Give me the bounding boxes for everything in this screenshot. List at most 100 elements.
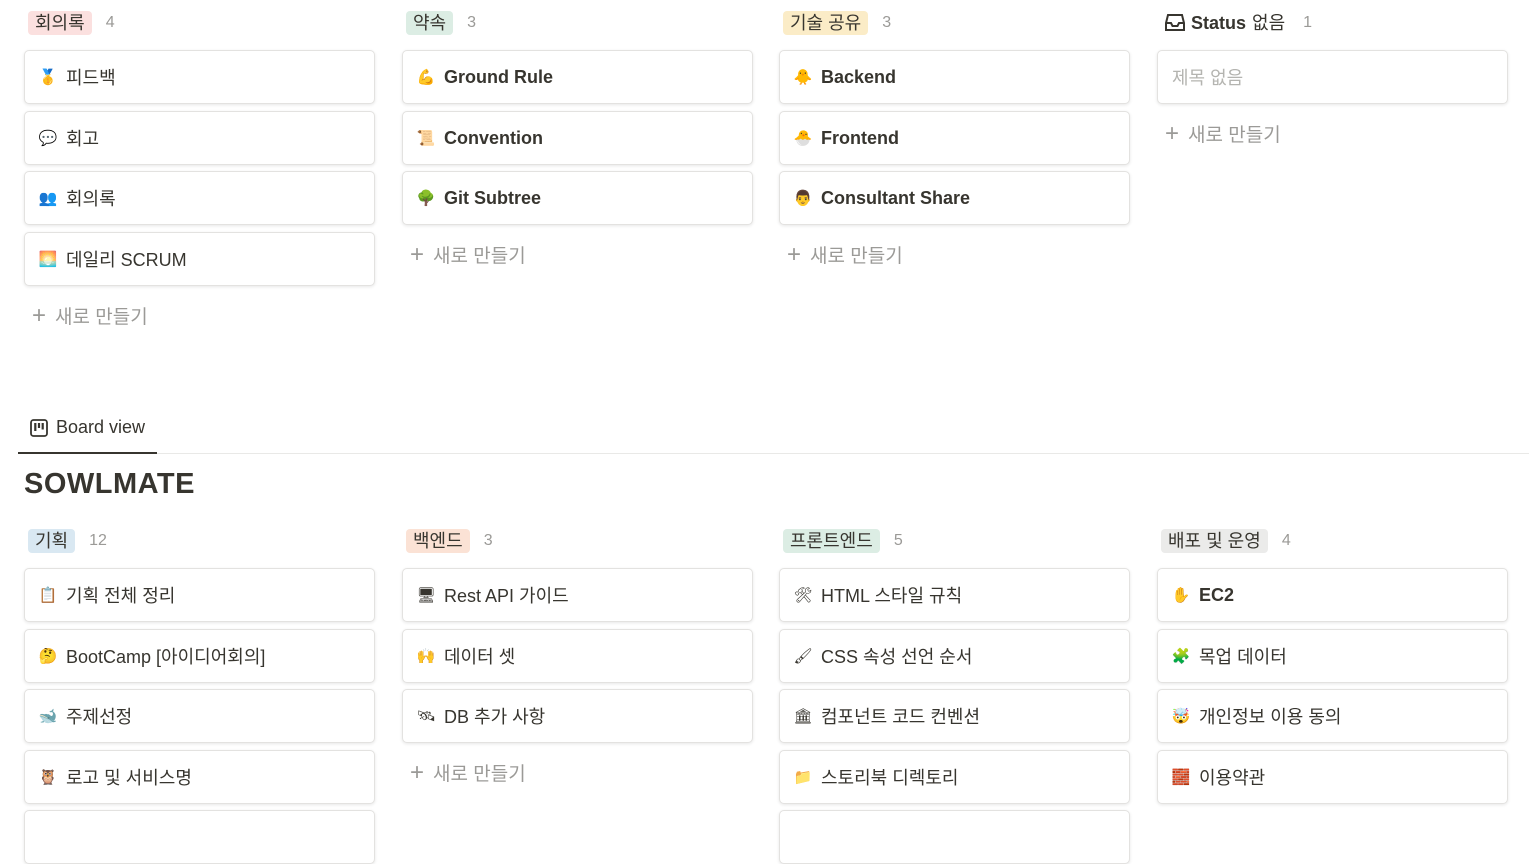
group-label: 기획 (28, 529, 76, 553)
board-card[interactable]: 📜 Convention (402, 111, 753, 165)
new-card-button[interactable]: + 새로 만들기 (32, 302, 148, 329)
thinking-face-icon: 🤔 (38, 648, 58, 665)
group-label: 회의록 (28, 11, 92, 35)
board-card[interactable]: 🛰 DB 추가 사항 (402, 689, 753, 743)
group-header[interactable]: 배포 및 운영 4 (1157, 526, 1510, 556)
board-card[interactable]: 🛠 HTML 스타일 규칙 (779, 568, 1130, 622)
tab-board-view[interactable]: Board view (18, 403, 158, 454)
group-header[interactable]: 약속 3 (402, 8, 755, 38)
plus-icon: + (787, 240, 802, 268)
new-card-label: 새로 만들기 (55, 307, 148, 328)
board-card[interactable]: 🤔 BootCamp [아이디어회의] (24, 629, 375, 683)
group-header[interactable]: 기술 공유 3 (779, 8, 1132, 38)
board-card[interactable] (24, 810, 375, 864)
board-icon (30, 418, 48, 437)
raised-hands-icon: 🙌 (416, 648, 436, 665)
board-card[interactable]: 💪 Ground Rule (402, 50, 753, 104)
speech-bubble-icon: 💬 (38, 130, 58, 147)
inbox-icon (1165, 14, 1185, 31)
board-card[interactable]: 🐣 Frontend (779, 111, 1130, 165)
card-title: HTML 스타일 규칙 (821, 586, 963, 606)
board-card[interactable]: 🌳 Git Subtree (402, 171, 753, 225)
board-card[interactable] (779, 810, 1130, 864)
board-card[interactable]: 🥇 피드백 (24, 50, 375, 104)
board-card[interactable]: 🧱 이용약관 (1157, 750, 1508, 804)
whale-icon: 🐋 (38, 708, 58, 725)
board-card[interactable]: 📁 스토리북 디렉토리 (779, 750, 1130, 804)
card-title: Rest API 가이드 (444, 586, 569, 606)
card-title: 컴포넌트 코드 컨벤션 (821, 707, 981, 727)
new-card-button[interactable]: + 새로 만들기 (410, 241, 526, 268)
group-label: 약속 (406, 11, 454, 35)
board-card[interactable]: 📋 기획 전체 정리 (24, 568, 375, 622)
sunrise-icon: 🌅 (38, 251, 58, 268)
group-count: 5 (893, 532, 903, 549)
board-card[interactable]: 🙌 데이터 셋 (402, 629, 753, 683)
new-card-button[interactable]: + 새로 만들기 (1165, 120, 1281, 147)
card-title: Consultant Share (821, 187, 971, 208)
scroll-icon: 📜 (416, 130, 436, 147)
satellite-icon: 🛰 (416, 708, 436, 725)
group-column: 회의록 4 🥇 피드백 💬 회고 👥 회의록 🌅 데일리 SCRUM + 새로 … (24, 8, 377, 328)
new-card-label: 새로 만들기 (433, 246, 526, 267)
board-card[interactable]: 🐋 주제선정 (24, 689, 375, 743)
card-title: DB 추가 사항 (444, 707, 546, 727)
board-card[interactable]: 🤯 개인정보 이용 동의 (1157, 689, 1508, 743)
group-header[interactable]: Status 없음 1 (1157, 8, 1510, 38)
card-title: Ground Rule (444, 66, 553, 87)
board-card[interactable]: 🖌 CSS 속성 선언 순서 (779, 629, 1130, 683)
board-card[interactable]: 👨 Consultant Share (779, 171, 1130, 225)
card-title: 기획 전체 정리 (66, 586, 176, 606)
group-header[interactable]: 백엔드 3 (402, 526, 755, 556)
card-title: BootCamp [아이디어회의] (66, 647, 266, 667)
group-label: 프론트엔드 (783, 529, 880, 553)
new-card-button[interactable]: + 새로 만들기 (410, 759, 526, 786)
tab-label: Board view (56, 417, 146, 437)
puzzle-icon: 🧩 (1171, 648, 1191, 665)
group-label: Status 없음 (1161, 11, 1289, 35)
group-header[interactable]: 기획 12 (24, 526, 377, 556)
bank-icon: 🏛 (793, 708, 813, 725)
hand-icon: ✋ (1171, 587, 1191, 604)
board-card[interactable]: 🦉 로고 및 서비스명 (24, 750, 375, 804)
card-title: 피드백 (66, 68, 116, 88)
board-card[interactable]: 제목 없음 (1157, 50, 1508, 104)
board-card[interactable]: 🌅 데일리 SCRUM (24, 232, 375, 286)
group-count: 4 (105, 14, 115, 31)
group-count: 3 (467, 14, 477, 31)
card-title: 회의록 (66, 189, 116, 209)
card-title: 스토리북 디렉토리 (821, 768, 959, 788)
new-card-label: 새로 만들기 (433, 764, 526, 785)
group-column: 프론트엔드 5 🛠 HTML 스타일 규칙 🖌 CSS 속성 선언 순서 🏛 컴… (779, 526, 1132, 864)
group-header[interactable]: 회의록 4 (24, 8, 377, 38)
group-label: 기술 공유 (783, 11, 869, 35)
board-card[interactable]: 🏛 컴포넌트 코드 컨벤션 (779, 689, 1130, 743)
monitor-icon: 🖥 (416, 587, 436, 604)
board-card[interactable]: 🧩 목업 데이터 (1157, 629, 1508, 683)
group-label: 배포 및 운영 (1161, 529, 1268, 553)
board-card[interactable]: 🐥 Backend (779, 50, 1130, 104)
shocked-face-icon: 🤯 (1171, 708, 1191, 725)
plus-icon: + (1165, 119, 1180, 147)
view-tab-bar: Board view (18, 403, 1529, 454)
board-card[interactable]: 👥 회의록 (24, 171, 375, 225)
new-card-label: 새로 만들기 (810, 246, 903, 267)
flexed-arm-icon: 💪 (416, 69, 436, 86)
brick-icon: 🧱 (1171, 769, 1191, 786)
plus-icon: + (32, 301, 47, 329)
card-title: 주제선정 (66, 707, 133, 727)
plus-icon: + (410, 758, 425, 786)
group-column: 기술 공유 3 🐥 Backend 🐣 Frontend 👨 Consultan… (779, 8, 1132, 267)
group-count: 1 (1303, 14, 1313, 31)
tree-icon: 🌳 (416, 190, 436, 207)
board-card[interactable]: 💬 회고 (24, 111, 375, 165)
group-count: 12 (89, 532, 107, 549)
board-card[interactable]: ✋ EC2 (1157, 568, 1508, 622)
card-title: Git Subtree (444, 187, 542, 208)
new-card-label: 새로 만들기 (1188, 125, 1281, 146)
clipboard-icon: 📋 (38, 587, 58, 604)
card-title: Backend (821, 66, 897, 87)
group-header[interactable]: 프론트엔드 5 (779, 526, 1132, 556)
board-card[interactable]: 🖥 Rest API 가이드 (402, 568, 753, 622)
new-card-button[interactable]: + 새로 만들기 (787, 241, 903, 268)
